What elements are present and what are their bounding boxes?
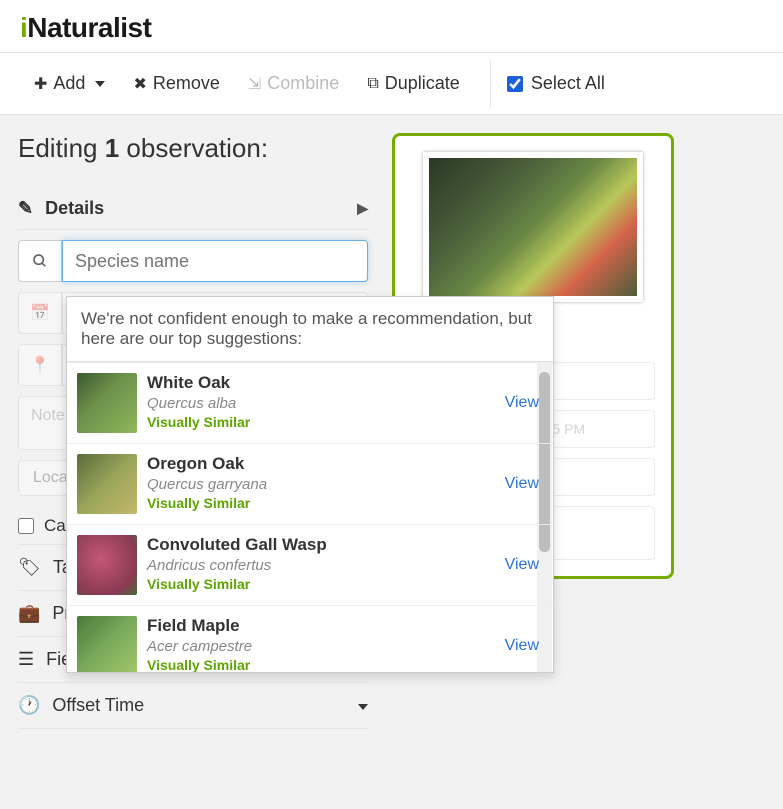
toolbar: ✚ Add ✖ Remove ⇲ Combine ⧉ Duplicate Sel…: [0, 53, 783, 115]
editing-count: 1: [105, 133, 119, 163]
observation-thumbnail[interactable]: [423, 152, 643, 302]
select-all-checkbox[interactable]: [507, 76, 523, 92]
suggestion-item[interactable]: Oregon Oak Quercus garryana Visually Sim…: [67, 443, 553, 524]
list-icon: ☰: [18, 649, 34, 670]
offset-row[interactable]: 🕐 Offset Time: [18, 683, 368, 729]
remove-button[interactable]: ✖ Remove: [119, 65, 233, 102]
view-link[interactable]: View: [505, 637, 539, 655]
logo: iNaturalist: [20, 12, 763, 44]
suggestion-name: White Oak: [147, 373, 495, 393]
combine-button[interactable]: ⇲ Combine: [234, 65, 353, 102]
chevron-right-icon: ▶: [357, 200, 368, 217]
combine-icon: ⇲: [248, 74, 261, 94]
pencil-icon: ✎: [18, 198, 33, 219]
suggestion-scientific-name: Andricus confertus: [147, 557, 495, 574]
briefcase-icon: 💼: [18, 603, 40, 624]
pin-icon: 📍: [18, 344, 62, 386]
suggestion-thumbnail: [77, 535, 137, 595]
calendar-icon: 📅: [18, 292, 62, 334]
plus-icon: ✚: [34, 74, 47, 94]
suggestion-item[interactable]: Convoluted Gall Wasp Andricus confertus …: [67, 524, 553, 605]
select-all-label: Select All: [531, 73, 605, 94]
suggestion-name: Convoluted Gall Wasp: [147, 535, 495, 555]
duplicate-label: Duplicate: [385, 73, 460, 94]
add-label: Add: [53, 73, 85, 94]
details-title: Details: [45, 198, 104, 219]
editing-title: Editing 1 observation:: [18, 133, 368, 164]
view-link[interactable]: View: [505, 556, 539, 574]
clock-icon: 🕐: [18, 695, 40, 716]
view-link[interactable]: View: [505, 475, 539, 493]
visually-similar-label: Visually Similar: [147, 576, 495, 592]
view-link[interactable]: View: [505, 394, 539, 412]
captive-checkbox[interactable]: [18, 518, 34, 534]
suggestion-thumbnail: [77, 616, 137, 672]
app-header: iNaturalist: [0, 0, 783, 53]
suggestion-scientific-name: Acer campestre: [147, 638, 495, 655]
duplicate-icon: ⧉: [367, 75, 378, 93]
logo-text: Naturalist: [27, 12, 151, 43]
suggestions-body: ▲ White Oak Quercus alba Visually Simila…: [67, 362, 553, 672]
suggestion-scientific-name: Quercus garryana: [147, 476, 495, 493]
visually-similar-label: Visually Similar: [147, 495, 495, 511]
tag-icon: 🏷: [18, 557, 41, 578]
x-icon: ✖: [133, 74, 146, 94]
suggestion-name: Oregon Oak: [147, 454, 495, 474]
suggestion-thumbnail: [77, 454, 137, 514]
select-all[interactable]: Select All: [507, 73, 605, 94]
species-suggestions-dropdown: We're not confident enough to make a rec…: [66, 296, 554, 673]
suggestion-item[interactable]: Field Maple Acer campestre Visually Simi…: [67, 605, 553, 672]
suggestion-thumbnail: [77, 373, 137, 433]
details-header[interactable]: ✎ Details ▶: [18, 188, 368, 230]
chevron-down-icon: [354, 698, 368, 714]
suggestion-scientific-name: Quercus alba: [147, 395, 495, 412]
remove-label: Remove: [153, 73, 220, 94]
editing-prefix: Editing: [18, 133, 105, 163]
offset-label: Offset Time: [52, 695, 144, 716]
visually-similar-label: Visually Similar: [147, 414, 495, 430]
suggestion-item[interactable]: White Oak Quercus alba Visually Similar …: [67, 362, 553, 443]
visually-similar-label: Visually Similar: [147, 657, 495, 672]
duplicate-button[interactable]: ⧉ Duplicate: [353, 65, 473, 102]
search-icon: [18, 240, 62, 282]
species-input[interactable]: [62, 240, 368, 282]
suggestion-name: Field Maple: [147, 616, 495, 636]
caret-down-icon: [91, 73, 105, 94]
combine-label: Combine: [267, 73, 339, 94]
toolbar-divider: [490, 61, 491, 107]
suggestions-header: We're not confident enough to make a rec…: [67, 297, 553, 362]
add-button[interactable]: ✚ Add: [20, 65, 119, 102]
editing-suffix: observation:: [119, 133, 268, 163]
species-row: [18, 240, 368, 282]
